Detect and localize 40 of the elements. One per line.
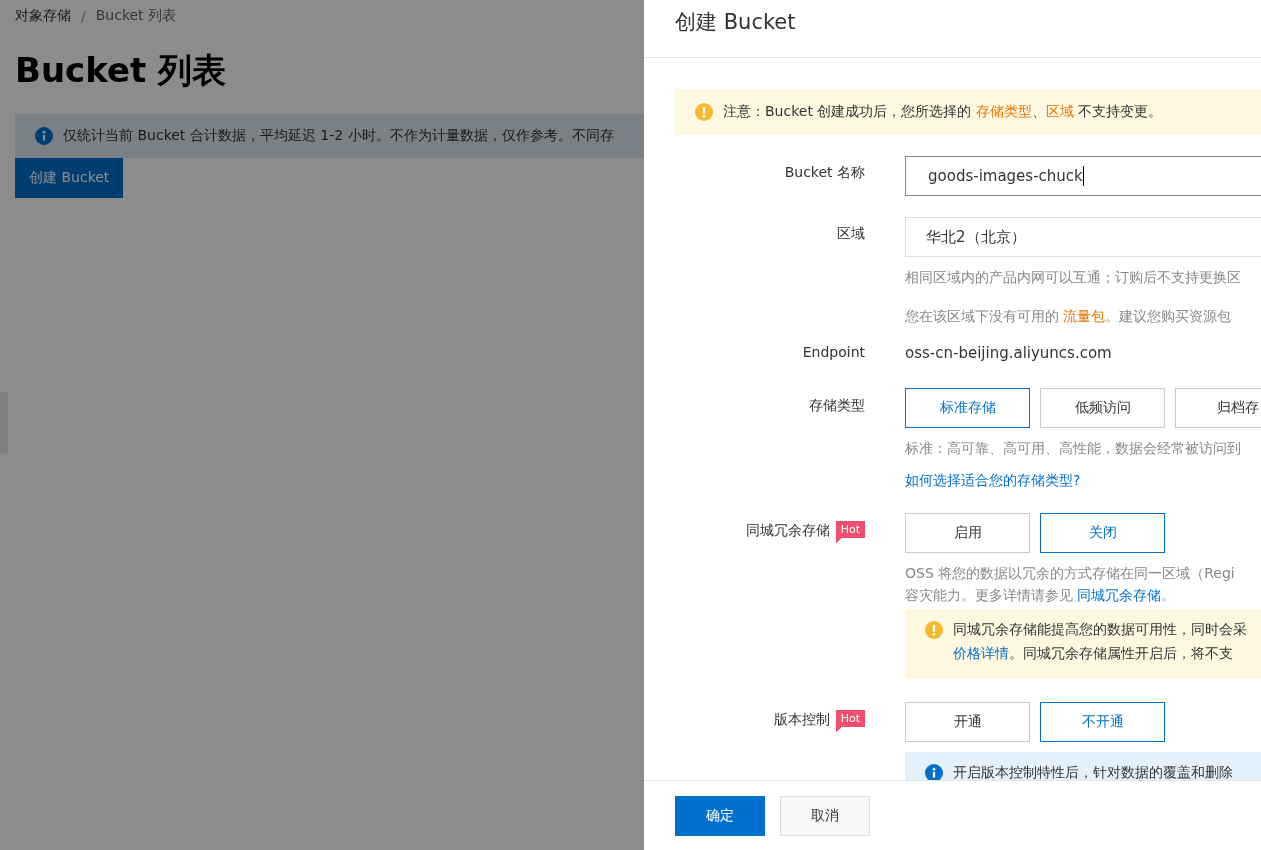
field-label: 版本控制	[773, 711, 830, 729]
hint-text: 您在该区域下没有可用的 流量包。建议您购买资源包	[905, 308, 1233, 326]
field-label: 区域	[837, 225, 865, 243]
endpoint-value: oss-cn-beijing.aliyuncs.com	[905, 344, 1113, 362]
warning-icon	[695, 103, 713, 121]
breadcrumb-separator: /	[81, 8, 86, 24]
option-button[interactable]: 开通	[905, 702, 1030, 742]
cancel-button[interactable]: 取消	[780, 795, 870, 836]
field-label: 同城冗余存储	[745, 522, 830, 540]
hint-text: 容灾能力。更多详情请参见 同城冗余存储。	[905, 587, 1177, 605]
info-icon	[925, 764, 943, 780]
warning-text: 价格详情。同城冗余存储属性开启后，将不支	[953, 645, 1234, 663]
region-select[interactable]: 华北2（北京）	[905, 217, 1261, 257]
confirm-button[interactable]: 确定	[675, 795, 765, 836]
option-button[interactable]: 归档存	[1175, 388, 1261, 428]
breadcrumb-item: Bucket 列表	[95, 7, 177, 25]
option-button[interactable]: 不开通	[1040, 702, 1165, 742]
hint-text: 标准：高可靠、高可用、高性能，数据会经常被访问到	[905, 440, 1242, 458]
field-label: 存储类型	[809, 397, 865, 415]
hot-badge: Hot	[835, 710, 865, 732]
bucket-name-field[interactable]: goods-images-chuck	[905, 156, 1261, 196]
field-label: Bucket 名称	[784, 164, 865, 182]
breadcrumb-item[interactable]: 对象存储	[15, 7, 71, 25]
info-text: 开启版本控制特性后，针对数据的覆盖和删除	[953, 764, 1233, 780]
field-label: Endpoint	[802, 344, 865, 360]
page-title: Bucket 列表	[15, 49, 228, 92]
info-icon	[35, 127, 53, 145]
drawer-title: 创建 Bucket	[675, 8, 796, 36]
warning-icon	[925, 621, 943, 639]
warning-text: 同城冗余存储能提高您的数据可用性，同时会采	[953, 621, 1247, 639]
option-button[interactable]: 关闭	[1040, 513, 1165, 553]
warning-text: 注意：Bucket 创建成功后，您所选择的 存储类型、区域 不支持变更。	[723, 103, 1163, 121]
help-link[interactable]: 如何选择适合您的存储类型?	[905, 472, 1261, 490]
info-text: 仅统计当前 Bucket 合计数据，平均延迟 1-2 小时。不作为计量数据，仅作参考。不同存	[63, 127, 614, 145]
hot-badge: Hot	[835, 521, 865, 543]
option-button[interactable]: 启用	[905, 513, 1030, 553]
option-button[interactable]: 低频访问	[1040, 388, 1165, 428]
option-button[interactable]: 标准存储	[905, 388, 1030, 428]
hint-text: 相同区域内的产品内网可以互通；订购后不支持更换区	[905, 269, 1242, 287]
hint-text: OSS 将您的数据以冗余的方式存储在同一区域（Regi	[905, 565, 1236, 583]
